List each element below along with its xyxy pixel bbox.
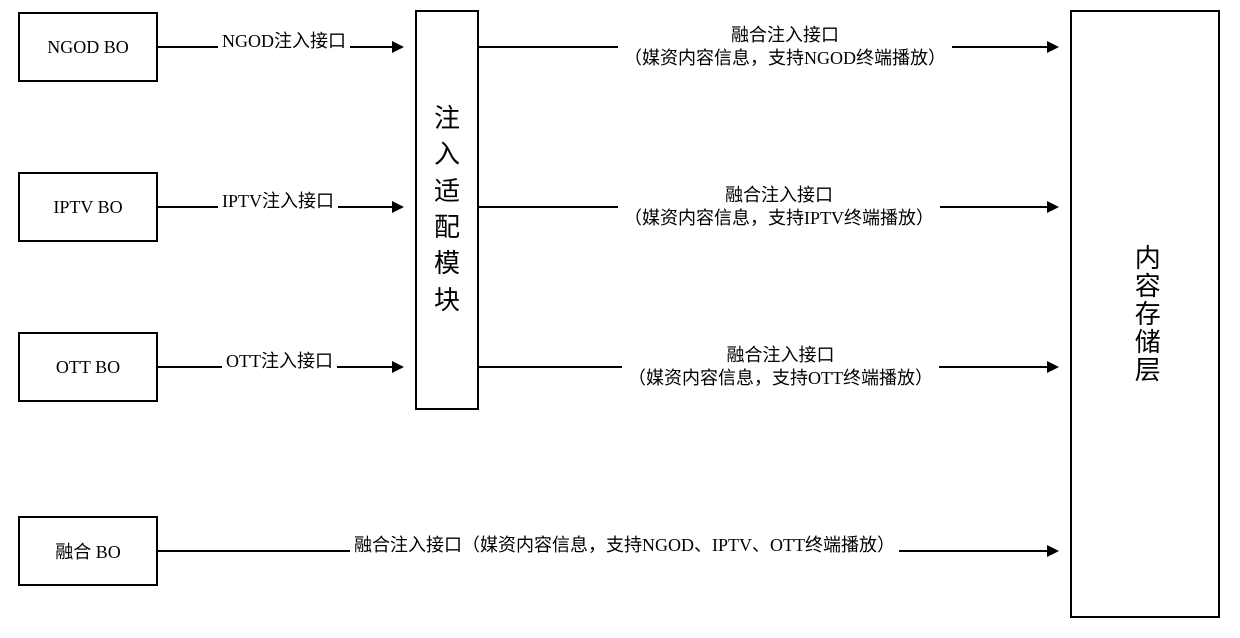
ott-in-label: OTT注入接口 [222, 350, 337, 373]
ott-bo-label: OTT BO [56, 357, 120, 378]
iptv-in-label: IPTV注入接口 [218, 190, 338, 213]
fusion-direct-label: 融合注入接口（媒资内容信息，支持NGOD、IPTV、OTT终端播放） [350, 534, 899, 557]
iptv-bo-label: IPTV BO [53, 197, 122, 218]
ngod-out-sub: （媒资内容信息，支持NGOD终端播放） [624, 48, 946, 68]
storage-layer-box: 内容存储层 [1070, 10, 1220, 618]
adapter-module-label: 注入适配模块 [417, 101, 477, 319]
ott-bo-box: OTT BO [18, 332, 158, 402]
adapter-module-box: 注入适配模块 [415, 10, 479, 410]
iptv-out-sub: （媒资内容信息，支持IPTV终端播放） [624, 208, 934, 228]
iptv-bo-box: IPTV BO [18, 172, 158, 242]
iptv-out-label: 融合注入接口 （媒资内容信息，支持IPTV终端播放） [618, 182, 940, 233]
ngod-bo-label: NGOD BO [47, 37, 129, 58]
storage-layer-label: 内容存储层 [1127, 244, 1163, 384]
fusion-bo-box: 融合 BO [18, 516, 158, 586]
iptv-out-title: 融合注入接口 [725, 185, 833, 205]
ngod-out-label: 融合注入接口 （媒资内容信息，支持NGOD终端播放） [618, 22, 952, 73]
ngod-bo-box: NGOD BO [18, 12, 158, 82]
ngod-in-label: NGOD注入接口 [218, 30, 350, 53]
fusion-bo-label: 融合 BO [55, 538, 121, 564]
ott-out-sub: （媒资内容信息，支持OTT终端播放） [628, 368, 933, 388]
ott-out-title: 融合注入接口 [727, 345, 835, 365]
ngod-out-title: 融合注入接口 [731, 25, 839, 45]
ott-out-label: 融合注入接口 （媒资内容信息，支持OTT终端播放） [622, 342, 939, 393]
